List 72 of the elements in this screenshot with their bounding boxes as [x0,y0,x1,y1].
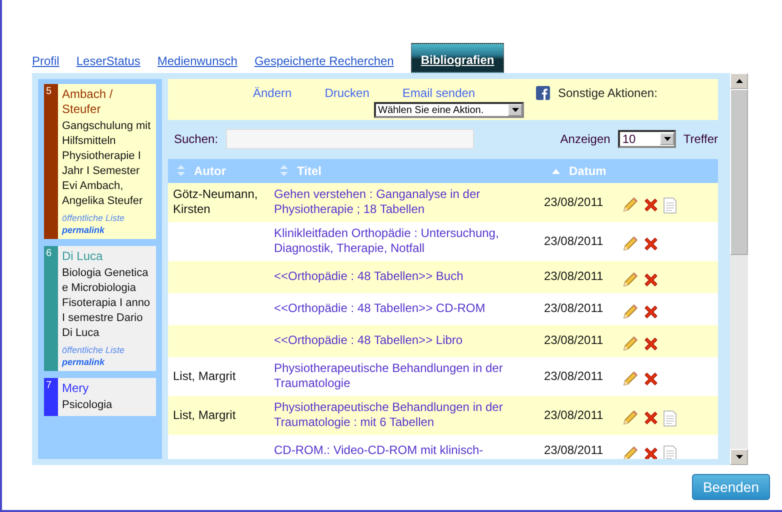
permalink-link[interactable]: permalink [62,356,154,368]
pencil-icon[interactable] [621,270,639,289]
date-cell-text: 23/08/2011 [543,443,604,458]
title-link[interactable]: CD-ROM.: Video-CD-ROM mit klinisch- [271,443,543,458]
action-link[interactable]: Ändern [253,86,292,100]
date-cell-text: 23/08/2011 [543,194,604,210]
list-description: Psicologia [62,398,114,413]
tab[interactable]: Bibliografien [410,43,504,73]
title-link[interactable]: Physiotherapeutische Behandlungen in der Traumatologie [271,361,543,392]
delete-icon[interactable] [643,197,659,214]
tab[interactable]: Gespeicherte Recherchen [254,54,394,73]
title-link[interactable]: Gehen verstehen : Ganganalyse in der Physiotherapie ; 18 Tabellen [271,187,543,218]
visibility-label: öffentliche Liste [62,344,126,356]
author-cell-text: List, Margrit [172,408,237,423]
title-link[interactable]: Klinikleitfaden Orthopädie : Untersuchung, Diagnostik, Therapie, Notfall [271,226,543,256]
title-link[interactable]: <<Orthopädie : 48 Tabellen>> Buch [271,269,543,284]
pencil-icon[interactable] [621,409,639,428]
pencil-icon[interactable] [621,444,639,459]
title-link[interactable]: Physiotherapeutische Behandlungen in der Traumatologie : mit 6 Tabellen [271,400,543,430]
title-link[interactable]: <<Orthopädie : 48 Tabellen>> Libro [271,333,543,348]
other-actions-label: Sonstige Aktionen: [558,86,658,102]
permalink-link[interactable]: permalink [62,224,154,236]
author-cell-text: List, Margrit [172,368,237,384]
list-name: Mery [62,381,90,396]
list-description: Gangschulung mit Hilfsmitteln Physiotherapie I Jahr I Semester Evi Ambach, Angelika Steufer [62,119,152,209]
dropdown-arrow-icon[interactable] [664,137,671,142]
delete-icon[interactable] [643,410,659,426]
tab[interactable]: Profil [32,54,60,73]
list-description: Biologia Genetica e Microbiologia Fisoterapia I anno I semestre Dario Di Luca [62,266,152,341]
action-select[interactable]: Wählen Sie eine Aktion. [374,102,524,118]
visibility-label: öffentliche Liste [62,212,126,224]
date-cell-text: 23/08/2011 [543,301,604,316]
list-number: 7 [44,378,58,416]
tab[interactable]: Medienwunsch [157,54,238,73]
dropdown-arrow-icon[interactable] [512,108,518,112]
date-cell-text: 23/08/2011 [543,368,604,384]
pencil-icon[interactable] [621,302,639,321]
scroll-up-icon[interactable] [736,79,742,83]
delete-icon[interactable] [643,272,659,288]
sort-icon [279,164,289,178]
page-size-select[interactable]: 10 [618,130,676,148]
delete-icon[interactable] [643,304,659,320]
sort-icon [176,164,186,178]
action-link[interactable]: Email senden [402,86,476,100]
list-name: Ambach / Steufer [62,87,114,117]
scrollbar[interactable] [730,73,748,465]
title-link[interactable]: <<Orthopädie : 48 Tabellen>> CD-ROM [271,301,543,316]
pencil-icon[interactable] [621,196,639,214]
search-label: Suchen: [174,132,218,146]
scroll-down-icon[interactable] [736,455,742,459]
search-field[interactable] [226,129,474,150]
sort-ascending-icon [551,168,561,174]
date-cell-text: 23/08/2011 [543,234,604,249]
delete-icon[interactable] [643,236,659,252]
pencil-icon[interactable] [621,334,639,353]
delete-icon[interactable] [643,371,659,388]
facebook-icon[interactable] [536,86,550,100]
tab[interactable]: LeserStatus [76,54,140,73]
list-name: Di Luca [62,249,104,264]
date-cell-text: 23/08/2011 [543,408,604,423]
delete-icon[interactable] [643,446,659,459]
page-size-label: Anzeigen [560,132,610,146]
action-link[interactable]: Drucken [324,86,370,100]
date-cell-text: 23/08/2011 [543,333,604,348]
list-number: 6 [44,246,58,371]
results-label: Treffer [683,132,718,146]
date-cell-text: 23/08/2011 [543,269,604,284]
delete-icon[interactable] [643,336,659,352]
list-number: 5 [44,84,58,239]
pencil-icon[interactable] [621,370,639,388]
pencil-icon[interactable] [621,235,639,254]
author-cell-text: Götz-Neumann, Kirsten [172,187,259,218]
